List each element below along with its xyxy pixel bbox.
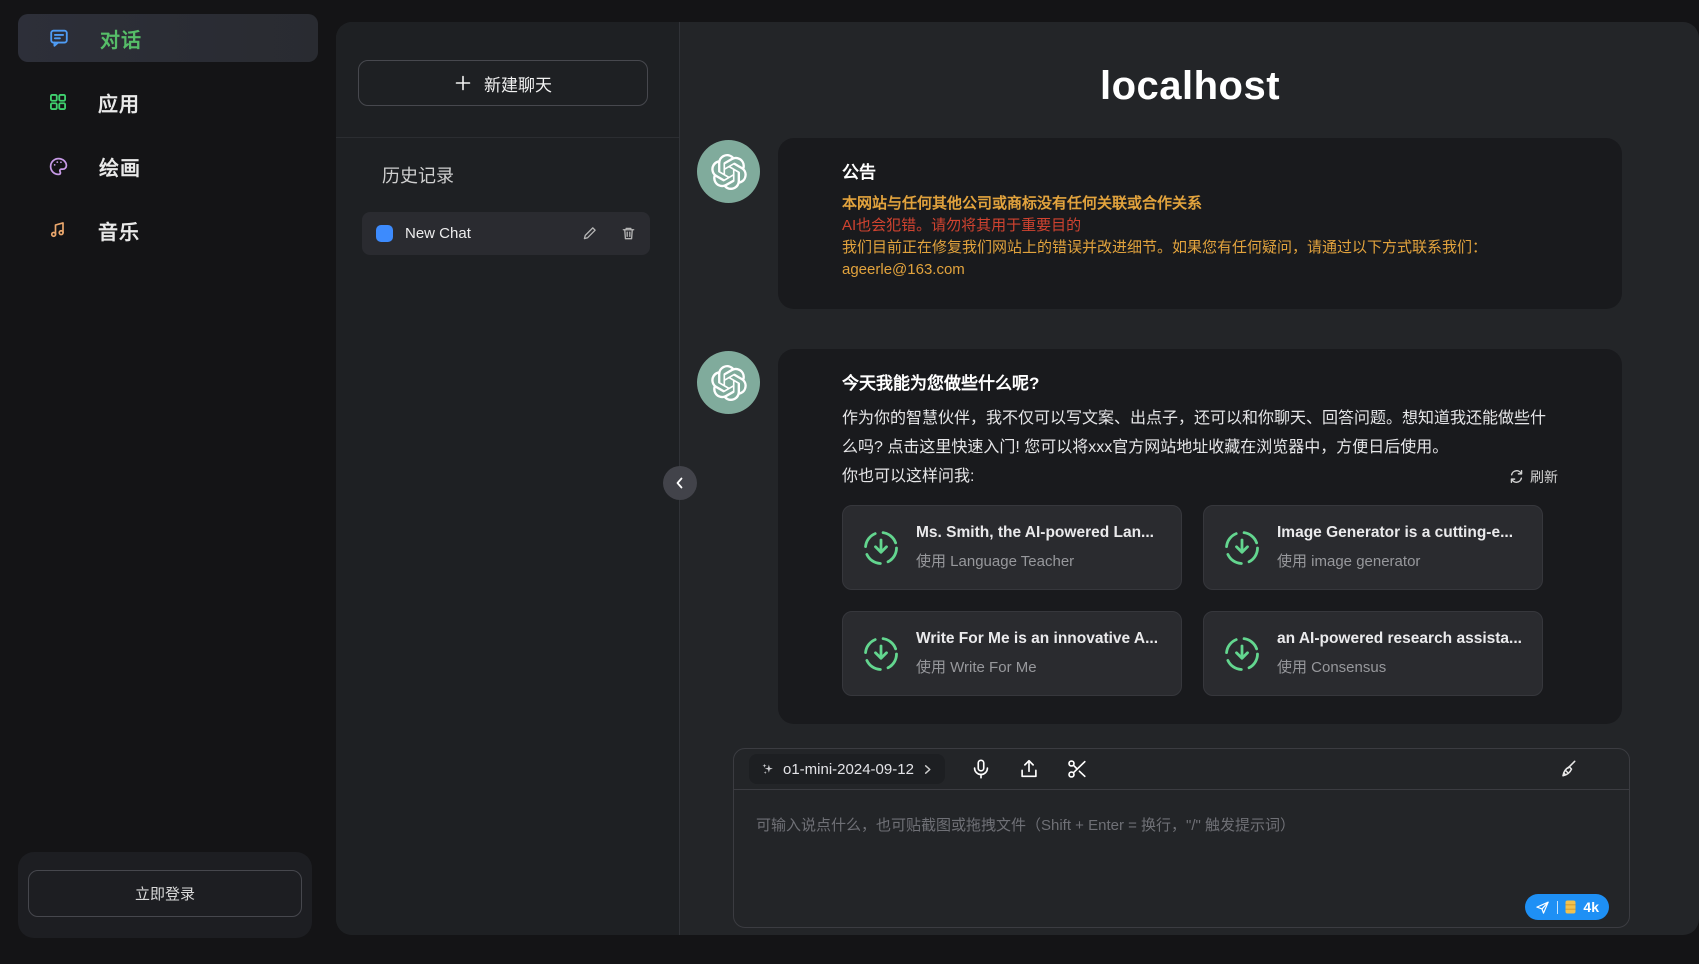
clear-context-button[interactable] <box>1555 757 1579 781</box>
scissors-icon <box>1066 758 1088 780</box>
screenshot-button[interactable] <box>1065 757 1089 781</box>
upload-icon <box>1018 758 1040 780</box>
suggestion-title: Ms. Smith, the AI-powered Lan... <box>916 524 1154 542</box>
sidebar-item-label: 绘画 <box>99 152 141 181</box>
sidebar-item-chat[interactable]: 对话 <box>18 14 318 62</box>
message-welcome: 今天我能为您做些什么呢? 作为你的智慧伙伴，我不仅可以写文案、出点子，还可以和你… <box>697 349 1622 724</box>
pencil-icon <box>582 226 597 241</box>
suggestion-card[interactable]: Image Generator is a cutting-e... 使用 ima… <box>1203 505 1543 590</box>
announcement-heading: 公告 <box>842 162 1558 184</box>
suggestion-card[interactable]: an AI-powered research assista... 使用 Con… <box>1203 611 1543 696</box>
download-circle-icon <box>861 528 901 568</box>
composer-toolbar: o1-mini-2024-09-12 <box>734 749 1629 790</box>
login-button[interactable]: 立即登录 <box>28 870 302 917</box>
chevron-left-icon <box>672 475 688 491</box>
assistant-avatar <box>697 351 760 414</box>
composer: o1-mini-2024-09-12 <box>733 748 1630 928</box>
model-label: o1-mini-2024-09-12 <box>783 761 914 778</box>
login-card: 立即登录 <box>18 852 312 938</box>
input-zone: 4k <box>734 790 1629 927</box>
new-chat-label: 新建聊天 <box>484 71 552 96</box>
announcement-line-2: AI也会犯错。请勿将其用于重要目的 <box>842 215 1558 237</box>
chat-input[interactable] <box>734 790 1629 927</box>
history-heading: 历史记录 <box>382 162 454 188</box>
music-note-icon <box>48 220 68 240</box>
chat-bubble-icon <box>48 27 70 49</box>
send-plane-icon <box>1535 900 1550 915</box>
welcome-heading: 今天我能为您做些什么呢? <box>842 373 1558 395</box>
trash-icon <box>621 226 636 241</box>
token-count: 4k <box>1583 899 1599 915</box>
page-title: localhost <box>681 64 1699 109</box>
welcome-bubble: 今天我能为您做些什么呢? 作为你的智慧伙伴，我不仅可以写文案、出点子，还可以和你… <box>778 349 1622 724</box>
chat-area: localhost 公告 本网站与任何其他公司或商标没有任何关联或合作关系 AI… <box>681 22 1699 935</box>
download-circle-icon <box>1222 634 1262 674</box>
suggestion-subtitle: 使用 image generator <box>1277 550 1513 571</box>
upload-file-button[interactable] <box>1017 757 1041 781</box>
model-selector[interactable]: o1-mini-2024-09-12 <box>749 754 945 784</box>
sidebar-item-label: 应用 <box>98 88 140 117</box>
ask-hint: 你也可以这样问我: <box>842 462 974 491</box>
voice-input-button[interactable] <box>969 757 993 781</box>
assistant-avatar <box>697 140 760 203</box>
sidebar: 对话 应用 绘画 <box>0 0 336 964</box>
download-circle-icon <box>861 634 901 674</box>
announcement-line-1: 本网站与任何其他公司或商标没有任何关联或合作关系 <box>842 193 1558 215</box>
suggestion-title: an AI-powered research assista... <box>1277 630 1522 648</box>
refresh-label: 刷新 <box>1530 467 1558 487</box>
message-announcement: 公告 本网站与任何其他公司或商标没有任何关联或合作关系 AI也会犯错。请勿将其用… <box>697 138 1622 309</box>
sidebar-item-label: 音乐 <box>98 216 140 245</box>
broom-icon <box>1556 758 1579 781</box>
openai-logo-icon <box>711 365 747 401</box>
main-window: 新建聊天 历史记录 New Chat <box>336 22 1699 935</box>
announcement-bubble: 公告 本网站与任何其他公司或商标没有任何关联或合作关系 AI也会犯错。请勿将其用… <box>778 138 1622 309</box>
refresh-suggestions-button[interactable]: 刷新 <box>1509 467 1558 487</box>
sidebar-item-label: 对话 <box>100 24 142 53</box>
sidebar-item-draw[interactable]: 绘画 <box>18 142 318 190</box>
collapse-panel-button[interactable] <box>663 466 697 500</box>
contact-email-link[interactable]: ageerle@163.com <box>842 261 965 278</box>
delete-chat-button[interactable] <box>621 226 636 241</box>
welcome-body: 作为你的智慧伙伴，我不仅可以写文案、出点子，还可以和你聊天、回答问题。想知道我还… <box>842 404 1558 462</box>
suggestion-card[interactable]: Write For Me is an innovative A... 使用 Wr… <box>842 611 1182 696</box>
apps-grid-icon <box>48 92 68 112</box>
palette-icon <box>48 156 69 177</box>
chat-list-panel: 新建聊天 历史记录 New Chat <box>336 22 680 935</box>
plus-icon <box>454 74 472 92</box>
chat-color-dot <box>376 225 393 242</box>
panel-divider <box>336 137 679 138</box>
suggestion-title: Image Generator is a cutting-e... <box>1277 524 1513 542</box>
refresh-icon <box>1509 469 1524 484</box>
suggestion-subtitle: 使用 Consensus <box>1277 656 1522 677</box>
edit-chat-button[interactable] <box>582 226 597 241</box>
sidebar-item-music[interactable]: 音乐 <box>18 206 318 254</box>
badge-divider <box>1557 901 1558 914</box>
suggestion-cards: Ms. Smith, the AI-powered Lan... 使用 Lang… <box>842 505 1558 696</box>
microphone-icon <box>970 758 992 780</box>
sparkles-icon <box>761 762 775 776</box>
token-coin-icon <box>1565 900 1576 914</box>
new-chat-button[interactable]: 新建聊天 <box>358 60 648 106</box>
chat-item-title: New Chat <box>405 225 570 242</box>
openai-logo-icon <box>711 154 747 190</box>
sidebar-item-apps[interactable]: 应用 <box>18 78 318 126</box>
suggestion-subtitle: 使用 Write For Me <box>916 656 1158 677</box>
chat-list-item[interactable]: New Chat <box>362 212 650 255</box>
download-circle-icon <box>1222 528 1262 568</box>
suggestion-card[interactable]: Ms. Smith, the AI-powered Lan... 使用 Lang… <box>842 505 1182 590</box>
suggestion-subtitle: 使用 Language Teacher <box>916 550 1154 571</box>
announcement-line-3: 我们目前正在修复我们网站上的错误并改进细节。如果您有任何疑问，请通过以下方式联系… <box>842 237 1558 259</box>
chevron-right-icon <box>922 764 933 775</box>
sidebar-nav: 对话 应用 绘画 <box>0 0 336 254</box>
suggestion-title: Write For Me is an innovative A... <box>916 630 1158 648</box>
send-button[interactable]: 4k <box>1525 894 1609 920</box>
